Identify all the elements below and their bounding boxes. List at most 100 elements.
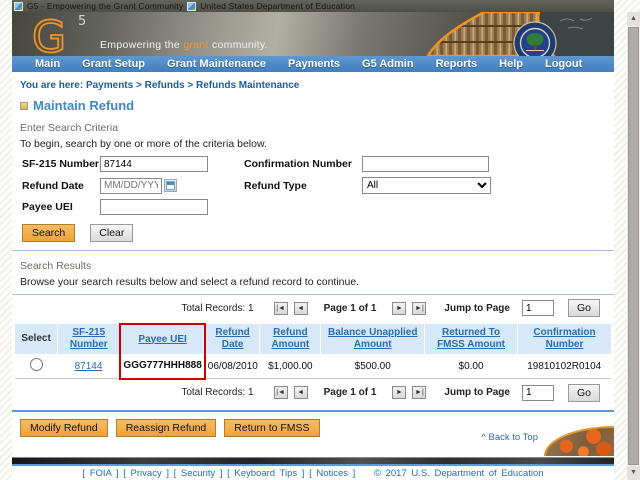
scroll-up-arrow[interactable]: ▲ [627, 12, 640, 26]
breadcrumb: You are here: Payments > Refunds > Refun… [20, 80, 614, 91]
confirmation-label: Confirmation Number [244, 158, 362, 170]
refund-date-label: Refund Date [22, 180, 100, 192]
col-refund-date: Refund Date [205, 324, 260, 354]
next-page-button[interactable]: ► [392, 302, 406, 315]
refund-date-input[interactable] [100, 178, 162, 194]
footer-link-keyboard-tips[interactable]: [ Keyboard Tips ] [227, 468, 304, 479]
svg-text:G: G [32, 12, 66, 56]
breadcrumb-link-refunds[interactable]: Refunds [145, 80, 185, 91]
reassign-refund-button[interactable]: Reassign Refund [116, 419, 217, 437]
breadcrumb-link-payments[interactable]: Payments [86, 80, 133, 91]
g5-favicon-icon [14, 2, 23, 11]
footer-link-foia[interactable]: [ FOIA ] [82, 468, 118, 479]
main-nav: Main Grant Setup Grant Maintenance Payme… [12, 56, 614, 72]
footer-link-privacy[interactable]: [ Privacy ] [123, 468, 169, 479]
refund-type-select[interactable]: All [362, 177, 491, 194]
nav-item-payments[interactable]: Payments [277, 58, 351, 70]
last-page-button[interactable]: ►| [412, 302, 426, 315]
search-results-heading: Search Results [20, 260, 614, 272]
confirmation-cell: 19810102R0104 [517, 354, 611, 379]
tagline-grant: grant [183, 39, 208, 51]
nav-item-logout[interactable]: Logout [534, 58, 593, 70]
actions-divider [12, 410, 614, 412]
nav-item-grant-setup[interactable]: Grant Setup [71, 58, 156, 70]
payee-uei-label: Payee UEI [22, 201, 100, 213]
jump-to-page-input-bottom[interactable] [522, 385, 554, 401]
col-refund-amount: Refund Amount [260, 324, 321, 354]
nav-item-main[interactable]: Main [24, 58, 71, 70]
search-button[interactable]: Search [22, 224, 75, 242]
next-page-button-bottom[interactable]: ► [392, 386, 406, 399]
banner: G 5 Empowering the grant community. [12, 12, 614, 56]
search-form: SF-215 Number Confirmation Number Refund… [22, 156, 614, 215]
ed-favicon-icon [187, 2, 196, 11]
tagline: Empowering the grant community. [100, 39, 268, 51]
col-balance-unapplied: Balance Unapplied Amount [321, 324, 425, 354]
sf215-link[interactable]: 87144 [75, 361, 103, 372]
jump-to-page-input[interactable] [522, 300, 554, 316]
refund-type-label: Refund Type [244, 180, 362, 192]
footer-link-security[interactable]: [ Security ] [174, 468, 223, 479]
col-confirmation: Confirmation Number [517, 324, 611, 354]
table-row: 87144 GGG777HHH888 06/08/2010 $1,000.00 … [15, 354, 611, 379]
results-hint: Browse your search results below and sel… [20, 276, 614, 288]
table-header-row: Select SF-215 Number Payee UEI Refund Da… [15, 324, 611, 354]
pagination-bottom: Total Records: 1 |◄ ◄ Page 1 of 1 ► ►| J… [12, 380, 614, 406]
modify-refund-button[interactable]: Modify Refund [20, 419, 108, 437]
confirmation-input[interactable] [362, 156, 489, 172]
back-to-top-link[interactable]: ^ Back to Top [481, 432, 538, 443]
search-criteria-heading: Enter Search Criteria [20, 122, 614, 134]
application-window: G5 - Empowering the Grant Community Unit… [12, 0, 614, 480]
last-page-button-bottom[interactable]: ►| [412, 386, 426, 399]
go-button[interactable]: Go [568, 299, 600, 317]
g5-title-label: G5 - Empowering the Grant Community [27, 1, 183, 11]
results-table: Select SF-215 Number Payee UEI Refund Da… [15, 323, 611, 380]
first-page-button-bottom[interactable]: |◄ [274, 386, 288, 399]
footer-link-notices[interactable]: [ Notices ] [309, 468, 355, 479]
payee-uei-cell: GGG777HHH888 [120, 354, 204, 379]
page-title: Maintain Refund [33, 98, 134, 113]
prev-page-button[interactable]: ◄ [294, 302, 308, 315]
refund-amount-cell: $1,000.00 [260, 354, 321, 379]
sf215-label: SF-215 Number [22, 158, 100, 170]
footer-photo-strip [12, 457, 614, 466]
ed-title-label: United States Department of Education [200, 1, 355, 11]
payee-uei-input[interactable] [100, 199, 208, 215]
col-select: Select [15, 324, 58, 354]
col-returned-fmss: Returned To FMSS Amount [425, 324, 518, 354]
prev-page-button-bottom[interactable]: ◄ [294, 386, 308, 399]
clear-button[interactable]: Clear [90, 224, 133, 242]
nav-item-help[interactable]: Help [488, 58, 534, 70]
section-bullet-icon [20, 102, 28, 110]
section-divider [12, 250, 614, 251]
banner-art [422, 12, 614, 56]
col-payee-uei-highlighted: Payee UEI [120, 324, 204, 354]
refund-date-cell: 06/08/2010 [205, 354, 260, 379]
jump-to-page-label: Jump to Page [444, 303, 510, 314]
first-page-button[interactable]: |◄ [274, 302, 288, 315]
scrollbar-thumb[interactable] [628, 27, 639, 465]
page-indicator-bottom: Page 1 of 1 [324, 387, 377, 398]
balance-unapplied-cell: $500.00 [321, 354, 425, 379]
total-records: Total Records: 1 [181, 303, 253, 314]
vertical-scrollbar: ▲ ▼ [627, 12, 640, 480]
scroll-down-arrow[interactable]: ▼ [627, 466, 640, 480]
return-to-fmss-button[interactable]: Return to FMSS [224, 419, 319, 437]
jump-to-page-label-bottom: Jump to Page [444, 387, 510, 398]
search-hint: To begin, search by one or more of the c… [20, 138, 614, 150]
total-records-bottom: Total Records: 1 [181, 387, 253, 398]
title-strip: G5 - Empowering the Grant Community Unit… [12, 0, 614, 12]
calendar-icon[interactable] [164, 179, 177, 192]
returned-fmss-cell: $0.00 [425, 354, 518, 379]
page-indicator: Page 1 of 1 [324, 303, 377, 314]
nav-item-g5-admin[interactable]: G5 Admin [351, 58, 425, 70]
nav-item-grant-maintenance[interactable]: Grant Maintenance [156, 58, 277, 70]
breadcrumb-prefix: You are here: [20, 80, 83, 91]
nav-item-reports[interactable]: Reports [425, 58, 489, 70]
breadcrumb-link-refunds-maintenance[interactable]: Refunds Maintenance [196, 80, 299, 91]
select-record-radio[interactable] [30, 358, 43, 371]
col-sf215: SF-215 Number [58, 324, 121, 354]
pagination-top: Total Records: 1 |◄ ◄ Page 1 of 1 ► ►| J… [12, 294, 614, 321]
sf215-input[interactable] [100, 156, 208, 172]
go-button-bottom[interactable]: Go [568, 384, 600, 402]
